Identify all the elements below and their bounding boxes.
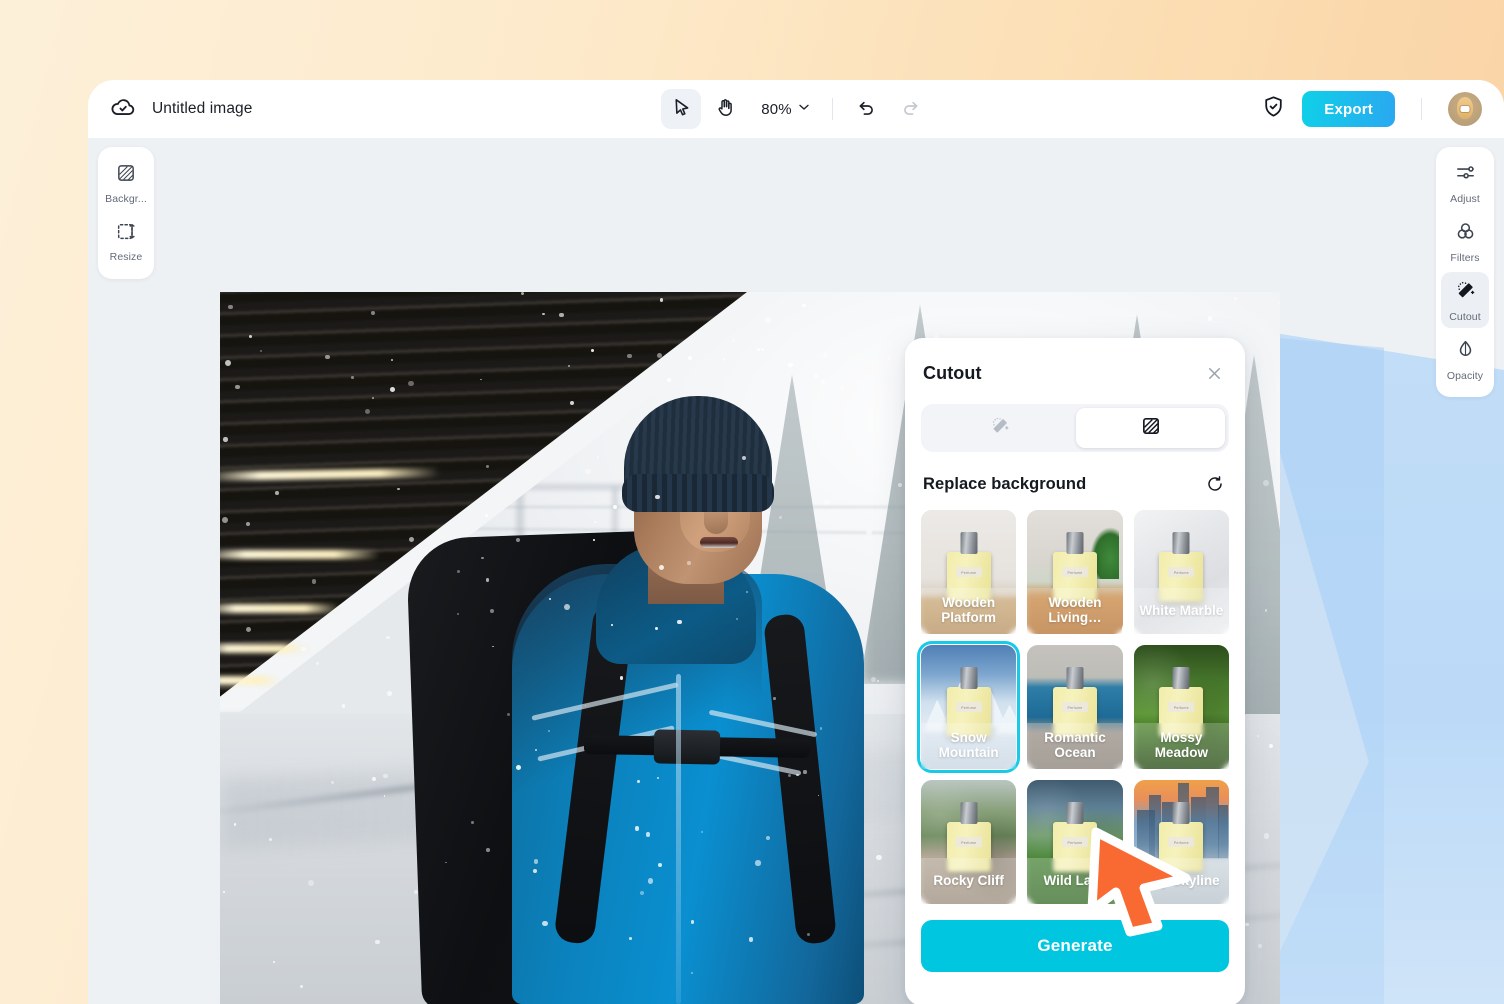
thumb-bottle-label: Perfume	[1067, 840, 1083, 845]
toolbar-right-group: Export	[1261, 91, 1504, 127]
select-arrow-icon	[671, 97, 692, 121]
background-option-label: Wooden Platform	[941, 595, 997, 625]
background-option-card[interactable]: Perfume Wild Lake	[1027, 780, 1123, 904]
background-hatch-icon	[115, 162, 137, 189]
background-option-card[interactable]: Perfume Wooden Platform	[921, 510, 1017, 634]
panel-tab-filters-label: Filters	[1450, 252, 1480, 264]
avatar[interactable]	[1448, 92, 1482, 126]
cutout-tab-erase[interactable]	[925, 408, 1074, 448]
background-option-card[interactable]: Perfume Mossy Meadow	[1133, 645, 1229, 769]
photo-subject-person	[405, 364, 928, 1004]
cutout-tab-replace-background[interactable]	[1076, 408, 1225, 448]
redo-icon	[900, 97, 921, 121]
right-tool-rail: Adjust Filters Cutout Opacity	[1436, 147, 1494, 397]
document-title[interactable]: Untitled image	[152, 100, 252, 118]
background-option-card[interactable]: Perfume Romantic Ocean	[1027, 645, 1123, 769]
thumb-bottle-label: Perfume	[1173, 705, 1189, 710]
thumb-bottle-label: Perfume	[961, 840, 977, 845]
chevron-down-icon[interactable]	[796, 99, 812, 120]
toolbar-divider-right	[1421, 98, 1422, 120]
background-option-card[interactable]: Perfume Wooden Living…	[1027, 510, 1123, 634]
panel-tab-cutout-label: Cutout	[1449, 311, 1481, 323]
cutout-mode-segmented-control	[921, 404, 1229, 452]
redo-button[interactable]	[891, 89, 931, 129]
photo-beanie-brim	[622, 474, 774, 512]
thumb-bottle-label: Perfume	[961, 570, 977, 575]
resize-icon	[115, 220, 137, 247]
tool-background[interactable]: Backgr...	[102, 155, 150, 210]
photo-strap-buckle	[653, 729, 721, 765]
panel-tab-opacity[interactable]: Opacity	[1441, 331, 1489, 387]
thumb-bottle-label: Perfume	[961, 705, 977, 710]
zoom-control[interactable]: 80%	[749, 89, 818, 129]
thumb-bottle-label: Perfume	[1173, 570, 1189, 575]
replace-background-section-header: Replace background	[921, 472, 1229, 496]
reset-icon[interactable]	[1203, 472, 1227, 496]
thumb-bottle-label: Perfume	[1173, 840, 1189, 845]
background-option-label: Mossy Meadow	[1154, 730, 1208, 760]
panel-tab-filters[interactable]: Filters	[1441, 213, 1489, 269]
photo-lamp	[220, 644, 310, 653]
cloud-check-icon	[110, 94, 136, 125]
undo-icon	[856, 97, 877, 121]
cutout-panel-header: Cutout	[921, 360, 1229, 386]
background-hatch-icon	[1140, 415, 1162, 442]
top-toolbar: Untitled image 80% Export	[88, 80, 1504, 138]
thumb-building	[1217, 804, 1229, 860]
magic-wand-icon	[989, 415, 1011, 442]
background-option-card[interactable]: Perfume Rocky Cliff	[921, 780, 1017, 904]
tool-resize-label: Resize	[109, 251, 143, 263]
hand-icon	[715, 97, 736, 121]
filters-circles-icon	[1454, 220, 1477, 248]
shield-check-icon[interactable]	[1261, 94, 1286, 124]
toolbar-left-group: Untitled image	[88, 94, 608, 125]
cutout-panel: Cutout Replace background Perfume Wooden…	[905, 338, 1245, 1004]
hand-tool-button[interactable]	[705, 89, 745, 129]
photo-lamp	[220, 550, 380, 559]
background-option-card[interactable]: Perfume White Marble	[1133, 510, 1229, 634]
photo-lamp	[220, 676, 280, 685]
left-tool-rail: Backgr... Resize	[98, 147, 154, 279]
background-option-label: Romantic Ocean	[1044, 730, 1106, 760]
background-option-label: Snow Mountain	[938, 730, 999, 760]
photo-lamp	[220, 604, 340, 613]
panel-tab-cutout[interactable]: Cutout	[1441, 272, 1489, 328]
canvas-area: Backgr... Resize Adjust Filters Cutout O…	[88, 138, 1504, 1004]
zoom-level-value: 80%	[761, 100, 792, 118]
background-options-grid: Perfume Wooden Platform Perfume Wooden Livi…	[916, 510, 1229, 904]
tool-background-label: Backgr...	[105, 193, 147, 205]
droplet-icon	[1454, 338, 1477, 366]
background-option-label: Rocky Cliff	[933, 872, 1004, 888]
generate-button[interactable]: Generate	[921, 920, 1229, 972]
panel-tab-opacity-label: Opacity	[1446, 370, 1484, 382]
cutout-panel-title: Cutout	[923, 362, 982, 383]
panel-tab-adjust-label: Adjust	[1450, 193, 1480, 205]
background-option-label: City Skyline	[1143, 872, 1220, 888]
select-tool-button[interactable]	[661, 89, 702, 129]
magic-wand-icon	[1454, 279, 1477, 307]
replace-background-title: Replace background	[923, 474, 1087, 493]
toolbar-divider	[831, 98, 833, 120]
app-window: Untitled image 80% Export Backgr... Resi…	[88, 80, 1504, 1004]
background-option-label: Wild Lake	[1043, 872, 1107, 888]
background-option-label: Wooden Living…	[1048, 595, 1102, 625]
export-button[interactable]: Export	[1302, 91, 1395, 127]
tool-resize[interactable]: Resize	[102, 213, 150, 268]
close-icon[interactable]	[1201, 360, 1227, 386]
background-option-card[interactable]: Perfume City Skyline	[1133, 780, 1229, 904]
sliders-icon	[1454, 161, 1477, 189]
thumb-bottle-label: Perfume	[1067, 570, 1083, 575]
photo-mouth	[700, 537, 738, 548]
background-option-card[interactable]: Perfume Snow Mountain	[916, 641, 1021, 773]
panel-tab-adjust[interactable]: Adjust	[1441, 154, 1489, 210]
photo-jacket-zip	[676, 674, 681, 1004]
thumb-bottle-label: Perfume	[1067, 705, 1083, 710]
background-option-label: White Marble	[1139, 602, 1224, 618]
undo-button[interactable]	[847, 89, 887, 129]
